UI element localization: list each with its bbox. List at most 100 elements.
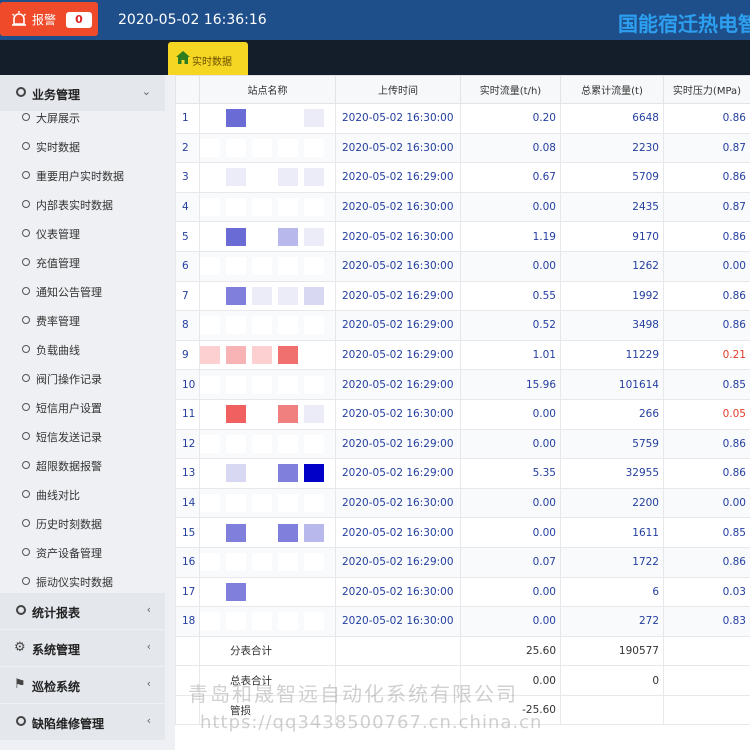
table-row[interactable]: 13 2020-05-02 16:29:00 5.35 32955 0.86 xyxy=(175,458,750,489)
table-row[interactable]: 5 2020-05-02 16:30:00 1.19 9170 0.86 xyxy=(175,221,750,252)
sidebar-group-inspection[interactable]: ⚑ 巡检系统 ‹ xyxy=(0,667,165,703)
table-row[interactable]: 11 2020-05-02 16:30:00 0.00 266 0.05 xyxy=(175,398,750,430)
alarm-button[interactable]: 报警 0 xyxy=(0,2,98,36)
chevron-left-icon: ‹ xyxy=(146,714,151,727)
circle-icon xyxy=(22,142,30,150)
redacted-block xyxy=(200,612,220,631)
sidebar-item-valve-log[interactable]: 阀门操作记录 xyxy=(0,363,165,392)
redacted-block xyxy=(200,138,220,157)
sidebar-group-label: 缺陷维修管理 xyxy=(32,717,105,731)
sidebar-item-assets[interactable]: 资产设备管理 xyxy=(0,537,165,566)
sidebar-item-sms-users[interactable]: 短信用户设置 xyxy=(0,392,165,421)
redacted-block xyxy=(200,553,220,572)
circle-icon xyxy=(16,605,26,615)
sidebar-item-overlimit-alarm[interactable]: 超限数据报警 xyxy=(0,450,165,479)
sidebar-item-internal-meter-data[interactable]: 内部表实时数据 xyxy=(0,189,165,218)
flow-cell: 0.00 xyxy=(460,517,561,548)
station-name-cell xyxy=(199,487,336,519)
redacted-block xyxy=(252,375,272,394)
station-name-cell xyxy=(199,103,336,134)
table-row[interactable]: 2 2020-05-02 16:30:00 0.08 2230 0.87 xyxy=(175,132,750,164)
table-row[interactable]: 15 2020-05-02 16:30:00 0.00 1611 0.85 xyxy=(175,517,750,548)
table-row[interactable]: 12 2020-05-02 16:29:00 0.00 5759 0.86 xyxy=(175,428,750,460)
table-row[interactable]: 10 2020-05-02 16:29:00 15.96 101614 0.85 xyxy=(175,369,750,400)
tab-bar xyxy=(0,40,750,75)
sidebar-item-notices[interactable]: 通知公告管理 xyxy=(0,276,165,305)
sidebar-item-load-curve[interactable]: 负载曲线 xyxy=(0,334,165,363)
flow-cell: 1.19 xyxy=(460,221,561,252)
redacted-block xyxy=(200,286,220,305)
col-header-flow[interactable]: 实时流量(t/h) xyxy=(460,75,561,104)
col-header-total-flow[interactable]: 总累计流量(t) xyxy=(560,75,664,104)
row-index: 6 xyxy=(175,250,200,282)
chevron-left-icon: ‹ xyxy=(146,603,151,616)
sidebar-item-history-data[interactable]: 历史时刻数据 xyxy=(0,508,165,537)
table-row[interactable]: 9 2020-05-02 16:29:00 1.01 11229 0.21 xyxy=(175,339,750,371)
pressure-cell: 0.00 xyxy=(663,487,750,519)
sidebar-item-label: 内部表实时数据 xyxy=(36,199,113,212)
pressure-cell: 0.86 xyxy=(663,221,750,252)
table-row[interactable]: 17 2020-05-02 16:30:00 0.00 6 0.03 xyxy=(175,576,750,608)
sidebar-group-defect-repair[interactable]: 缺陷维修管理 ‹ xyxy=(0,704,165,740)
sidebar-item-key-user-data[interactable]: 重要用户实时数据 xyxy=(0,160,165,189)
pressure-cell: 0.86 xyxy=(663,162,750,193)
table-header-row: 站点名称 上传时间 实时流量(t/h) 总累计流量(t) 实时压力(MPa) xyxy=(175,75,750,104)
tab-realtime-data[interactable]: 实时数据 xyxy=(168,42,248,75)
redacted-block xyxy=(226,612,246,631)
table-row[interactable]: 18 2020-05-02 16:30:00 0.00 272 0.83 xyxy=(175,606,750,637)
table-row[interactable]: 3 2020-05-02 16:29:00 0.67 5709 0.86 xyxy=(175,162,750,193)
redacted-block xyxy=(252,523,272,542)
table-row[interactable]: 7 2020-05-02 16:29:00 0.55 1992 0.86 xyxy=(175,280,750,312)
watermark-url: https://qq3438500767.cn.china.cn xyxy=(200,712,543,733)
upload-time-cell: 2020-05-02 16:30:00 xyxy=(335,487,461,519)
sidebar-item-label: 大屏展示 xyxy=(36,112,80,125)
redacted-block xyxy=(304,375,324,394)
summary-pressure xyxy=(663,635,750,667)
flow-cell: 0.00 xyxy=(460,428,561,460)
circle-icon xyxy=(22,577,30,585)
redacted-block xyxy=(252,494,272,513)
table-row[interactable]: 4 2020-05-02 16:30:00 0.00 2435 0.87 xyxy=(175,191,750,223)
row-index: 15 xyxy=(175,517,200,548)
sidebar-item-label: 费率管理 xyxy=(36,315,80,328)
sidebar-item-realtime-data[interactable]: 实时数据 xyxy=(0,131,165,160)
total-flow-cell: 266 xyxy=(560,398,664,430)
realtime-data-table: 站点名称 上传时间 实时流量(t/h) 总累计流量(t) 实时压力(MPa) 1… xyxy=(175,75,750,726)
col-header-upload-time[interactable]: 上传时间 xyxy=(335,75,461,104)
sidebar-item-meter-management[interactable]: 仪表管理 xyxy=(0,218,165,247)
row-index: 7 xyxy=(175,280,200,312)
redacted-block xyxy=(278,109,298,128)
sidebar-item-curve-compare[interactable]: 曲线对比 xyxy=(0,479,165,508)
upload-time-cell: 2020-05-02 16:29:00 xyxy=(335,369,461,400)
redacted-block xyxy=(278,405,298,424)
row-index: 9 xyxy=(175,339,200,371)
row-index: 3 xyxy=(175,162,200,193)
redacted-block xyxy=(226,405,246,424)
circle-icon xyxy=(22,519,30,527)
row-index: 17 xyxy=(175,576,200,608)
sidebar-item-rates[interactable]: 费率管理 xyxy=(0,305,165,334)
col-header-station[interactable]: 站点名称 xyxy=(199,75,336,104)
table-row[interactable]: 1 2020-05-02 16:30:00 0.20 6648 0.86 xyxy=(175,103,750,134)
row-index: 10 xyxy=(175,369,200,400)
table-row[interactable]: 6 2020-05-02 16:30:00 0.00 1262 0.00 xyxy=(175,250,750,282)
sidebar-item-recharge[interactable]: 充值管理 xyxy=(0,247,165,276)
pressure-cell: 0.83 xyxy=(663,606,750,637)
redacted-block xyxy=(278,553,298,572)
sidebar-item-sms-log[interactable]: 短信发送记录 xyxy=(0,421,165,450)
table-row[interactable]: 8 2020-05-02 16:29:00 0.52 3498 0.86 xyxy=(175,310,750,341)
table-row[interactable]: 16 2020-05-02 16:29:00 0.07 1722 0.86 xyxy=(175,546,750,578)
sidebar-group-reports[interactable]: 统计报表 ‹ xyxy=(0,593,165,629)
sidebar-item-vibration-data[interactable]: 振动仪实时数据 xyxy=(0,566,165,595)
summary-total: 0 xyxy=(560,665,664,696)
flow-cell: 0.07 xyxy=(460,546,561,578)
redacted-block xyxy=(252,405,272,424)
col-header-pressure[interactable]: 实时压力(MPa) xyxy=(663,75,750,104)
flow-cell: 0.00 xyxy=(460,606,561,637)
alarm-bell-icon xyxy=(12,11,26,26)
table-row[interactable]: 14 2020-05-02 16:30:00 0.00 2200 0.00 xyxy=(175,487,750,519)
sidebar-group-system[interactable]: ⚙ 系统管理 ‹ xyxy=(0,630,165,666)
sidebar-item-big-screen[interactable]: 大屏展示 xyxy=(0,102,165,131)
summary-empty-cell xyxy=(335,635,461,667)
station-name-cell xyxy=(199,132,336,164)
